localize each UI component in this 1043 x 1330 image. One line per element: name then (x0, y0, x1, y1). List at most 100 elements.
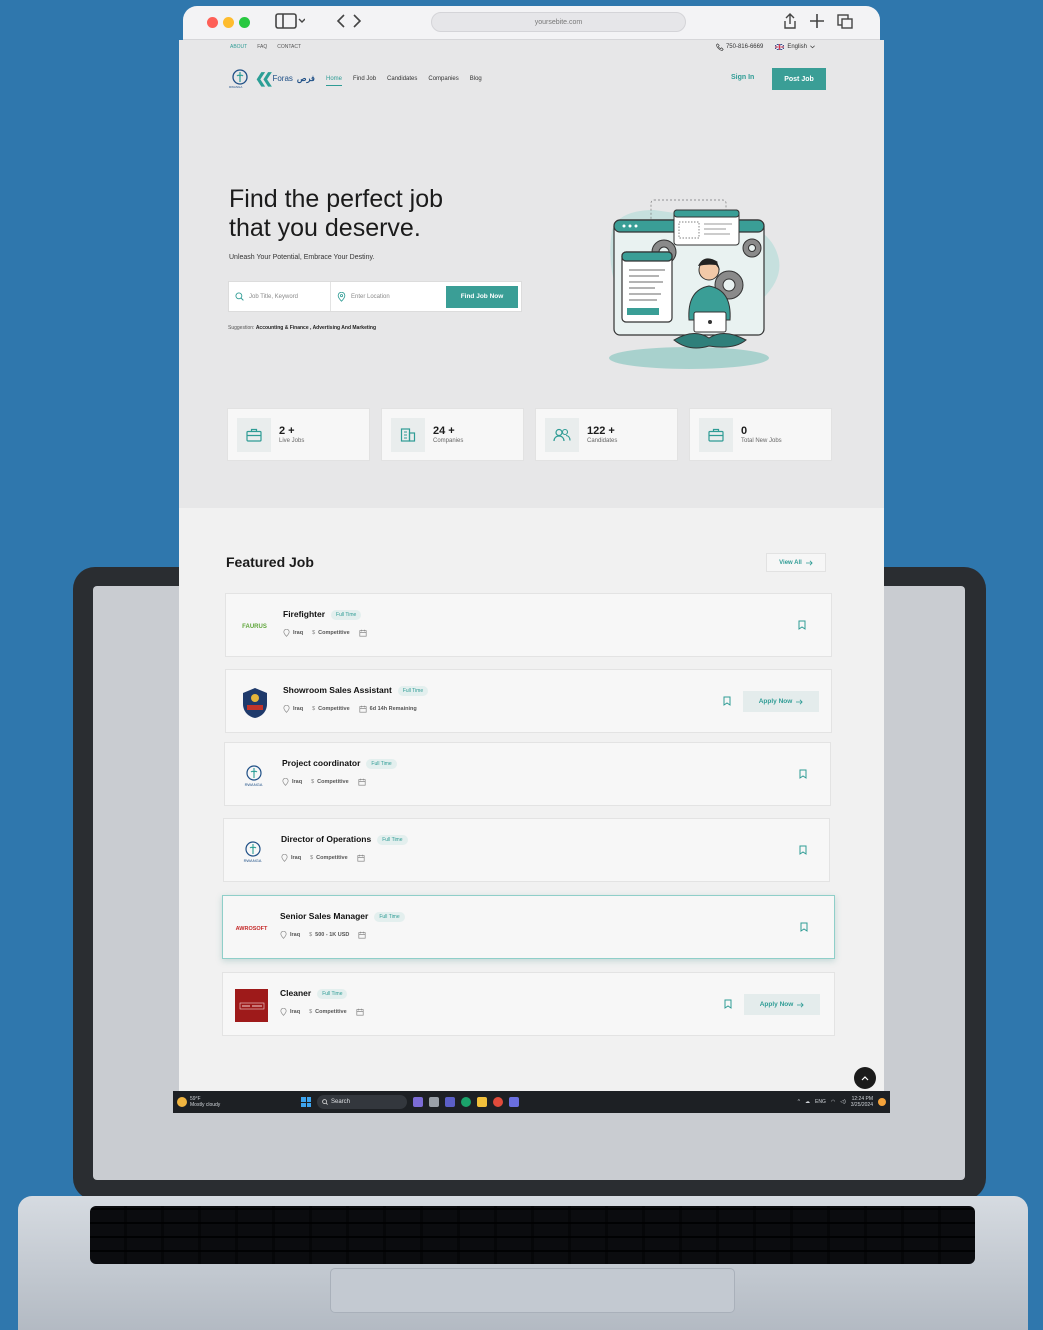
widgets-app-icon[interactable] (413, 1097, 423, 1107)
main-nav: Home Find Job Candidates Companies Blog (326, 76, 482, 86)
rwanga-logo-icon (245, 765, 262, 781)
copilot-icon[interactable] (878, 1098, 886, 1106)
job-salary: Competitive (315, 1009, 347, 1015)
contact-link[interactable]: CONTACT (277, 44, 301, 50)
job-salary: Competitive (316, 855, 348, 861)
clock[interactable]: 12:24 PM 3/25/2024 (851, 1096, 873, 1108)
bookmark-icon[interactable] (723, 696, 731, 706)
clock-date: 3/25/2024 (850, 1102, 873, 1108)
top-contact: 750-816-6669 English (715, 43, 815, 51)
bookmark-icon[interactable] (800, 922, 808, 932)
forward-icon[interactable] (351, 12, 363, 35)
apply-now-button[interactable]: Apply Now (743, 691, 819, 712)
taskbar-search-label: Search (331, 1099, 351, 1105)
maximize-window-button[interactable] (239, 17, 250, 28)
bookmark-icon[interactable] (724, 999, 732, 1009)
keyword-field[interactable]: Job Title, Keyword (229, 282, 331, 311)
job-location: Iraq (292, 779, 303, 785)
stat-label: Companies (433, 438, 464, 444)
job-card[interactable]: RWANGA Director of Operations Full Time I… (223, 818, 830, 882)
teams-app-icon[interactable] (445, 1097, 455, 1107)
back-icon[interactable] (335, 12, 347, 35)
chevron-up-icon (861, 1076, 869, 1081)
location-pin-icon (281, 854, 288, 862)
minimize-window-button[interactable] (223, 17, 234, 28)
apply-now-button[interactable]: Apply Now (744, 994, 820, 1015)
nav-candidates[interactable]: Candidates (387, 76, 417, 86)
nav-home[interactable]: Home (326, 76, 343, 86)
edge-app-icon[interactable] (461, 1097, 471, 1107)
language-selector[interactable]: English (775, 44, 815, 50)
sidebar-toggle-icon[interactable] (275, 12, 306, 35)
sign-in-link[interactable]: Sign In (731, 74, 754, 81)
chrome-app-icon[interactable] (493, 1097, 503, 1107)
job-title[interactable]: Project coordinator (282, 758, 360, 768)
nav-companies[interactable]: Companies (428, 76, 458, 86)
tray-language[interactable]: ENG (815, 1099, 826, 1105)
job-card[interactable]: Showroom Sales Assistant Full Time Iraq $… (225, 669, 832, 733)
job-card[interactable]: AWROSOFT Senior Sales Manager Full Time I… (222, 895, 835, 959)
briefcase-icon (246, 428, 262, 442)
job-title[interactable]: Senior Sales Manager (280, 911, 368, 921)
job-title[interactable]: Firefighter (283, 609, 325, 619)
tabs-overview-icon[interactable] (837, 12, 853, 35)
job-meta: Iraq $ Competitive (282, 778, 366, 786)
task-view-icon[interactable] (429, 1097, 439, 1107)
suggestion-items[interactable]: Accounting & Finance , Advertising And M… (256, 325, 376, 331)
building-icon (400, 427, 416, 442)
location-pin-icon (283, 705, 290, 713)
view-all-button[interactable]: View All (766, 553, 826, 572)
post-job-button[interactable]: Post Job (772, 68, 826, 90)
stat-value: 2 + (279, 425, 295, 437)
nav-find-job[interactable]: Find Job (353, 76, 376, 86)
new-tab-icon[interactable] (809, 12, 825, 35)
site-logo[interactable]: RWANGA ❮❮ Foras فرص (229, 68, 315, 89)
dollar-icon: $ (309, 932, 313, 938)
address-bar[interactable]: yoursebite.com (431, 12, 686, 32)
company-logo (238, 686, 271, 719)
location-pin-icon (280, 931, 287, 939)
onedrive-icon[interactable]: ☁ (805, 1099, 810, 1105)
job-title[interactable]: Director of Operations (281, 834, 371, 844)
keyboard (90, 1206, 975, 1264)
teams-chat-icon[interactable] (509, 1097, 519, 1107)
nav-blog[interactable]: Blog (470, 76, 482, 86)
keyword-placeholder: Job Title, Keyword (249, 293, 299, 300)
company-logo-text: RWANGA (244, 782, 263, 787)
weather-widget[interactable]: 59°F Mostly cloudy (177, 1096, 297, 1108)
job-card[interactable]: RWANGA Project coordinator Full Time Iraq… (224, 742, 831, 806)
job-title[interactable]: Cleaner (280, 988, 311, 998)
tray-overflow-icon[interactable]: ^ (798, 1099, 800, 1105)
calendar-icon (358, 778, 366, 786)
volume-icon[interactable]: ◁) (840, 1099, 846, 1105)
stat-companies: 24 + Companies (381, 408, 524, 461)
windows-start-icon[interactable] (301, 1097, 311, 1107)
wifi-icon[interactable]: ◠ (831, 1099, 835, 1105)
company-logo-text: FAURUS (242, 623, 267, 630)
bookmark-icon[interactable] (799, 845, 807, 855)
stat-value: 24 + (433, 425, 455, 437)
scroll-to-top-button[interactable] (854, 1067, 876, 1089)
cleaning-brand-logo-icon (239, 1002, 264, 1009)
share-icon[interactable] (783, 12, 797, 35)
dollar-icon: $ (311, 779, 315, 785)
job-remaining: 6d 14h Remaining (369, 706, 417, 712)
logo-brand-arabic: فرص (296, 73, 315, 83)
job-card[interactable]: Cleaner Full Time Iraq $ Competitive Apply… (222, 972, 835, 1036)
about-link[interactable]: ABOUT (230, 44, 247, 50)
find-job-button[interactable]: Find Job Now (446, 285, 518, 308)
job-meta: Iraq $ Competitive (283, 629, 367, 637)
job-type-badge: Full Time (331, 609, 362, 620)
faq-link[interactable]: FAQ (257, 44, 267, 50)
web-page: ABOUT FAQ CONTACT 750-816-6669 English R… (179, 40, 884, 1091)
bookmark-icon[interactable] (799, 769, 807, 779)
job-card[interactable]: FAURUS Firefighter Full Time Iraq $ Compet… (225, 593, 832, 657)
job-location: Iraq (291, 855, 302, 861)
close-window-button[interactable] (207, 17, 218, 28)
taskbar-search[interactable]: Search (317, 1095, 407, 1109)
job-title[interactable]: Showroom Sales Assistant (283, 685, 392, 695)
file-explorer-icon[interactable] (477, 1097, 487, 1107)
hero-title-line-1: Find the perfect job (229, 185, 444, 213)
location-field[interactable]: Enter Location (331, 282, 444, 311)
bookmark-icon[interactable] (798, 620, 806, 630)
